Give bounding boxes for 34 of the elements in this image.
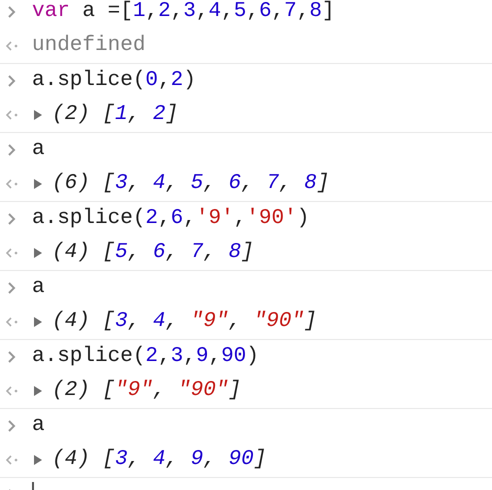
console-result: (2) ["9", "90"] <box>51 378 242 404</box>
input-chevron-icon <box>8 6 16 18</box>
return-arrow-icon <box>5 455 19 465</box>
input-chevron-icon <box>8 144 16 156</box>
input-chevron-icon <box>8 75 16 87</box>
expand-triangle-icon[interactable] <box>32 385 44 397</box>
console-result: undefined <box>31 33 146 59</box>
input-chevron-icon <box>8 282 16 294</box>
expand-triangle-icon[interactable] <box>32 247 44 259</box>
expand-triangle-icon[interactable] <box>32 178 44 190</box>
return-arrow-icon <box>5 41 19 51</box>
input-chevron-icon <box>8 213 16 225</box>
console-command: a.splice(2,6,'9','90') <box>31 206 310 232</box>
return-arrow-icon <box>5 179 19 189</box>
expand-triangle-icon[interactable] <box>32 316 44 328</box>
return-arrow-icon <box>5 386 19 396</box>
console-command: a <box>31 137 45 163</box>
console-result: (4) [5, 6, 7, 8] <box>51 240 254 266</box>
console-command: a.splice(0,2) <box>31 68 196 94</box>
return-arrow-icon <box>5 110 19 120</box>
expand-triangle-icon[interactable] <box>32 109 44 121</box>
console-result: (2) [1, 2] <box>51 102 178 128</box>
input-chevron-icon <box>8 351 16 363</box>
return-arrow-icon <box>5 317 19 327</box>
expand-triangle-icon[interactable] <box>32 454 44 466</box>
console-command: a <box>31 275 45 301</box>
console-command: a.splice(2,3,9,90) <box>31 344 259 370</box>
input-chevron-icon <box>8 420 16 432</box>
return-arrow-icon <box>5 248 19 258</box>
console-result: (4) [3, 4, "9", "90"] <box>51 309 317 335</box>
console-command: var a =[1,2,3,4,5,6,7,8] <box>31 0 335 25</box>
console-result: (6) [3, 4, 5, 6, 7, 8] <box>51 171 330 197</box>
console-result: (4) [3, 4, 9, 90] <box>51 447 266 473</box>
console-command: a <box>31 413 45 439</box>
